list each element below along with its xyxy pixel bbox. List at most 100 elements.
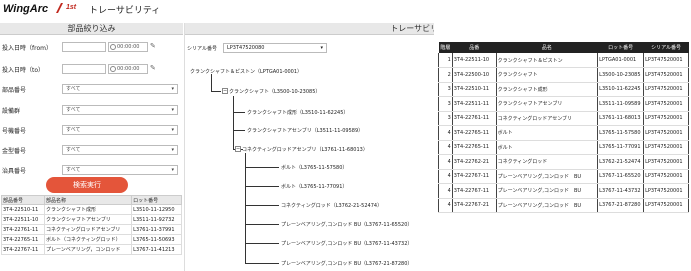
table-cell: 3T4-22767-11 xyxy=(451,183,497,199)
column-header: 部品名称 xyxy=(43,195,133,205)
part-number-select-value: すべて xyxy=(66,86,81,92)
column-header: ロット番号 xyxy=(131,195,182,205)
table-cell: LP3T47520001 xyxy=(643,154,689,170)
jig-select[interactable]: すべて ▾ xyxy=(62,165,178,175)
clock-icon xyxy=(110,66,116,72)
table-cell: LP3T47520001 xyxy=(643,169,689,184)
table-cell: 3T4-22510-11 xyxy=(1,204,45,215)
table-row[interactable]: 3T4-22761-11 コネクティングロッドアセンブリ L3761-11-37… xyxy=(1,224,182,235)
collapse-icon[interactable]: − xyxy=(222,88,228,94)
table-cell: 3T4-22511-11 xyxy=(451,96,497,112)
table-cell: L3765-11-77091 xyxy=(597,140,644,155)
tree-node[interactable]: クランクシャフト成形（L3510-11-62245） xyxy=(247,109,348,116)
collapse-icon[interactable]: − xyxy=(235,146,241,152)
table-row[interactable]: 4 3T4-22765-11 ボルト L3765-11-57580 LP3T475200… xyxy=(438,125,689,141)
equipment-select[interactable]: すべて ▾ xyxy=(62,105,178,115)
table-cell: 4 xyxy=(438,198,453,213)
tree-node[interactable]: プレーンベアリング,コンロッド BU（L3767-21-87280） xyxy=(281,260,412,267)
table-cell: 4 xyxy=(438,183,453,199)
table-cell: コネクティングロッドアセンブリ xyxy=(43,224,133,235)
chevron-down-icon: ▾ xyxy=(171,127,174,133)
date-from-field[interactable] xyxy=(62,42,106,52)
table-row[interactable]: 4 3T4-22767-21 プレーンベアリング,コンロッド BU L3767-21-… xyxy=(438,198,689,213)
table-cell: クランクシャフトアセンブリ xyxy=(495,96,598,112)
machine-select[interactable]: すべて ▾ xyxy=(62,125,178,135)
trace-panel: トレーサビリティ情報表示 シリアル番号 LP3T47520080 ▾ クランクシ… xyxy=(184,23,691,271)
table-cell: 3T4-22761-11 xyxy=(451,111,497,126)
table-cell: クランクシャフト成形 xyxy=(43,204,133,215)
serial-select-value: LP3T47520080 xyxy=(227,45,265,51)
table-cell: 4 xyxy=(438,140,453,155)
filter-panel-title: 部品絞り込み xyxy=(0,23,183,35)
column-header: 品名 xyxy=(496,42,598,53)
table-cell: L3767-11-65520 xyxy=(597,169,644,184)
table-cell: LP3T47520001 xyxy=(643,198,689,213)
part-number-select[interactable]: すべて ▾ xyxy=(62,84,178,94)
table-row[interactable]: 3T4-22765-11 ボルト（コネクティングロッド） L3765-11-50… xyxy=(1,234,182,245)
table-row[interactable]: 3T4-22767-11 プレーンベアリング，コンロッド L3767-11-41… xyxy=(1,244,182,255)
filter-machine-label: 号機番号 xyxy=(2,128,27,135)
table-header-row: 階層 品番 品名 ロット番号 シリアル番号 xyxy=(438,42,689,53)
time-to-value: 00:00:00 xyxy=(117,66,140,72)
tree-node[interactable]: ボルト（L3765-11-77091） xyxy=(281,183,347,190)
mold-select[interactable]: すべて ▾ xyxy=(62,145,178,155)
tree-node[interactable]: コネクティングロッドアセンブリ（L3761-11-68013） xyxy=(242,146,368,153)
date-from-label: 投入日時（from） xyxy=(2,45,52,52)
time-from-field[interactable]: 00:00:00 xyxy=(108,42,148,52)
table-cell: L3511-11-09589 xyxy=(597,96,644,112)
edit-icon[interactable]: ✎ xyxy=(150,43,157,50)
tree-node[interactable]: クランクシャフト（L3500-10-23085） xyxy=(229,88,320,95)
table-cell: プレーンベアリング，コンロッド xyxy=(43,244,133,255)
date-to-field[interactable] xyxy=(62,64,106,74)
table-cell: L3761-11-68013 xyxy=(597,111,644,126)
table-row[interactable]: 4 3T4-22767-11 プレーンベアリング,コンロッド BU L3767-11-… xyxy=(438,183,689,199)
tree-node[interactable]: クランクシャフト＆ピストン（LPTGA01-0001） xyxy=(190,68,302,75)
table-cell: L3765-11-57580 xyxy=(597,125,644,141)
table-cell: プレーンベアリング,コンロッド BU xyxy=(495,183,598,199)
table-cell: LP3T47520001 xyxy=(643,140,689,155)
table-cell: ボルト（コネクティングロッド） xyxy=(43,234,133,245)
tree-node[interactable]: プレーンベアリング,コンロッド BU（L3767-11-65520） xyxy=(281,221,412,228)
time-to-field[interactable]: 00:00:00 xyxy=(108,64,148,74)
tree-node[interactable]: コネクティングロッド（L3762-21-52474） xyxy=(281,202,382,209)
table-row[interactable]: 4 3T4-22765-11 ボルト L3765-11-77091 LP3T475200… xyxy=(438,140,689,155)
table-cell: LP3T47520001 xyxy=(643,111,689,126)
table-cell: 3T4-22762-21 xyxy=(451,154,497,170)
table-cell: L3500-10-23085 xyxy=(597,67,644,83)
table-row[interactable]: 3T4-22510-11 クランクシャフト成形 L3510-11-12950 xyxy=(1,204,182,215)
table-row[interactable]: 2 3T4-22500-10 クランクシャフト L3500-10-23085 LP3T4… xyxy=(438,67,689,83)
table-cell: 4 xyxy=(438,125,453,141)
table-row[interactable]: 3 3T4-22511-11 クランクシャフトアセンブリ L3511-11-09589… xyxy=(438,96,689,112)
table-cell: 4 xyxy=(438,154,453,170)
tree-node[interactable]: クランクシャフトアセンブリ（L3511-11-09589） xyxy=(247,127,363,134)
table-row[interactable]: 3T4-22511-10 クランクシャフトアセンブリ L3511-11-9273… xyxy=(1,214,182,225)
chevron-down-icon: ▾ xyxy=(171,107,174,113)
filter-panel: 部品絞り込み 投入日時（from） 00:00:00 ✎ 投入日時（to） 00… xyxy=(0,23,183,271)
table-row[interactable]: 4 3T4-22767-11 プレーンベアリング,コンロッド BU L3767-11-… xyxy=(438,169,689,184)
tree-node[interactable]: ボルト（L3765-11-57580） xyxy=(281,164,347,171)
trace-table: 階層 品番 品名 ロット番号 シリアル番号 1 3T4-22511-10 クランクシ… xyxy=(438,42,689,213)
table-cell: 3T4-22767-11 xyxy=(451,169,497,184)
table-row[interactable]: 3 3T4-22510-11 クランクシャフト成形 L3510-11-62245 LP3… xyxy=(438,82,689,97)
search-button[interactable]: 検索実行 xyxy=(46,177,128,193)
table-cell: クランクシャフト＆ピストン xyxy=(495,53,598,68)
table-row[interactable]: 3 3T4-22761-11 コネクティングロッドアセンブリ L3761-11-680… xyxy=(438,111,689,126)
table-cell: 4 xyxy=(438,169,453,184)
table-cell: 3T4-22767-21 xyxy=(451,198,497,213)
table-cell: 3T4-22765-11 xyxy=(451,125,497,141)
table-cell: ボルト xyxy=(495,125,598,141)
tree-node[interactable]: プレーンベアリング,コンロッド BU（L3767-11-43732） xyxy=(281,240,412,247)
table-row[interactable]: 1 3T4-22511-10 クランクシャフト＆ピストン LPTGA01-0001 LP… xyxy=(438,53,689,68)
table-row[interactable]: 4 3T4-22762-21 コネクティングロッド L3762-21-52474 LP3… xyxy=(438,154,689,170)
equipment-select-value: すべて xyxy=(66,107,81,113)
table-cell: 1 xyxy=(438,53,453,68)
table-cell: LP3T47520001 xyxy=(643,82,689,97)
time-from-value: 00:00:00 xyxy=(117,44,140,50)
table-cell: LP3T47520001 xyxy=(643,67,689,83)
filter-jig-label: 治具番号 xyxy=(2,168,27,175)
edit-icon[interactable]: ✎ xyxy=(150,65,157,72)
serial-select[interactable]: LP3T47520080 ▾ xyxy=(223,43,327,53)
table-cell: LP3T47520001 xyxy=(643,125,689,141)
table-cell: L3511-11-92732 xyxy=(131,214,182,225)
column-header: シリアル番号 xyxy=(643,42,689,53)
